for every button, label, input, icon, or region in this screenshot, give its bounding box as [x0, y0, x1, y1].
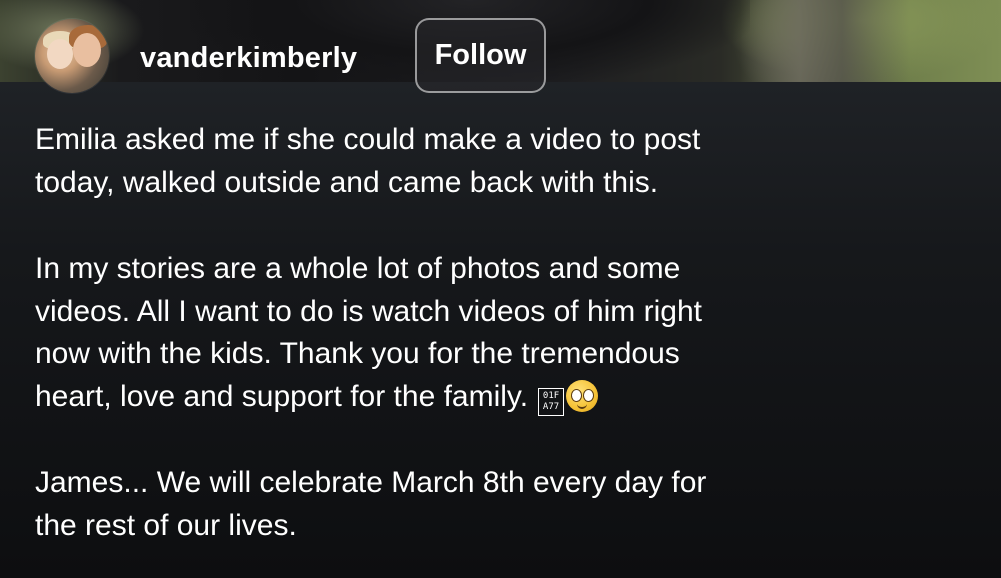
username-link[interactable]: vanderkimberly	[140, 42, 357, 75]
caption-paragraph-2-text: In my stories are a whole lot of photos …	[35, 252, 702, 413]
avatar-face-right	[73, 33, 101, 67]
follow-button[interactable]: Follow	[415, 18, 546, 93]
avatar-face-left	[47, 39, 73, 69]
post-viewer: vanderkimberly Follow Emilia asked me if…	[0, 0, 1001, 578]
face-holding-back-tears-icon	[566, 379, 599, 412]
avatar[interactable]	[35, 19, 109, 93]
caption-paragraph-1: Emilia asked me if she could make a vide…	[35, 123, 701, 199]
caption-paragraph-3: James... We will celebrate March 8th eve…	[35, 466, 707, 542]
post-caption: Emilia asked me if she could make a vide…	[35, 119, 965, 547]
post-header: vanderkimberly Follow	[0, 0, 1001, 96]
missing-glyph-icon: 01F A77	[538, 387, 565, 416]
caption-paragraph-2: In my stories are a whole lot of photos …	[35, 248, 965, 418]
